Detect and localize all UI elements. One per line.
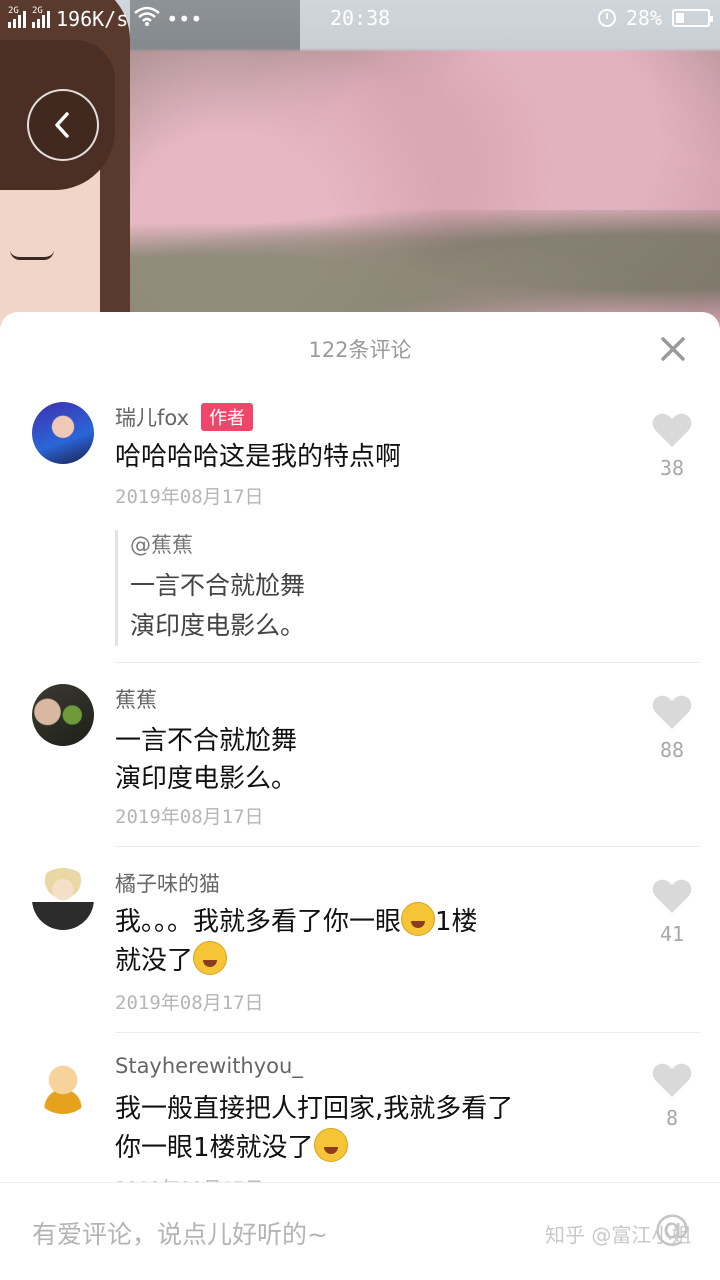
- comments-sheet: 122条评论 瑞儿fox 作者 哈哈哈哈这是我的特点啊 2019年08月17日 …: [0, 312, 720, 1280]
- wifi-icon: [134, 6, 161, 31]
- author-badge: 作者: [201, 403, 254, 431]
- network-speed: 196K/s: [56, 6, 129, 31]
- close-icon: [661, 337, 685, 361]
- laughing-tears-emoji-icon: [401, 902, 436, 936]
- signal-icon-2: 2G: [32, 6, 50, 28]
- mention-button[interactable]: @: [652, 1209, 692, 1249]
- comment-text-line1-tail: 1楼: [435, 907, 478, 937]
- divider: [115, 846, 700, 847]
- comment-date: 2019年08月17日: [115, 992, 264, 1014]
- comment-header: 瑞儿fox 作者: [115, 402, 254, 432]
- comment-text-line1: 我。。。我就多看了你一眼: [115, 907, 402, 937]
- avatar[interactable]: [32, 402, 94, 464]
- status-bar: 2G 2G 196K/s ••• 20:38 28%: [0, 0, 720, 36]
- divider: [115, 1032, 700, 1033]
- status-left: 2G 2G 196K/s •••: [8, 6, 202, 31]
- alarm-icon: [597, 9, 616, 27]
- heart-icon: [652, 695, 692, 729]
- comment-text-line2: 你一眼1楼就没了: [115, 1133, 314, 1163]
- more-dots-icon: •••: [166, 6, 203, 31]
- like-button[interactable]: 38: [651, 412, 693, 480]
- comment-username[interactable]: 橘子味的猫: [115, 868, 220, 898]
- comment-date: 2019年08月17日: [115, 806, 264, 828]
- network-type-2: 2G: [32, 5, 43, 16]
- comment-date: 2019年08月17日: [115, 486, 264, 508]
- comment-username[interactable]: 瑞儿fox: [115, 402, 189, 432]
- like-count: 38: [659, 456, 685, 480]
- comment-text[interactable]: 我。。。我就多看了你一眼 1楼 就没了: [115, 902, 585, 980]
- like-button[interactable]: 8: [651, 1062, 693, 1130]
- quoted-reply: @蕉蕉 一言不合就尬舞 演印度电影么。: [115, 530, 535, 646]
- battery-fill: [676, 13, 685, 23]
- avatar[interactable]: [32, 684, 94, 746]
- comment-text-line1: 我一般直接把人打回家,我就多看了: [115, 1094, 514, 1124]
- like-count: 41: [659, 922, 685, 946]
- chevron-left-icon: [55, 112, 69, 138]
- signal-icon-1: 2G: [8, 6, 26, 28]
- heart-icon: [652, 1063, 692, 1097]
- network-type-1: 2G: [8, 5, 19, 16]
- quoted-text: 一言不合就尬舞 演印度电影么。: [130, 571, 306, 640]
- thinking-emoji-icon: [313, 1128, 348, 1162]
- like-count: 8: [665, 1106, 679, 1130]
- clock: 20:38: [330, 6, 391, 30]
- comment-text-line2: 就没了: [115, 946, 194, 976]
- comment-header: Stayherewithyou_: [115, 1054, 303, 1078]
- status-right: 28%: [597, 6, 713, 30]
- avatar[interactable]: [32, 868, 94, 930]
- person-eye: [10, 250, 54, 260]
- battery-icon: [672, 9, 713, 27]
- comment-header: 橘子味的猫: [115, 868, 220, 898]
- comment-text[interactable]: 哈哈哈哈这是我的特点啊: [115, 438, 585, 476]
- close-button[interactable]: [658, 334, 688, 364]
- like-button[interactable]: 88: [651, 694, 693, 762]
- comment-text[interactable]: 我一般直接把人打回家,我就多看了 你一眼1楼就没了: [115, 1090, 585, 1167]
- back-button[interactable]: [27, 89, 99, 161]
- comment-username[interactable]: Stayherewithyou_: [115, 1054, 303, 1078]
- heart-icon: [652, 413, 692, 447]
- comments-count-title: 122条评论: [308, 338, 412, 362]
- like-count: 88: [659, 738, 685, 762]
- battery-percent: 28%: [625, 6, 662, 30]
- comment-username[interactable]: 蕉蕉: [115, 684, 157, 714]
- laughing-tears-emoji-icon: [193, 941, 228, 975]
- divider: [115, 662, 700, 663]
- comment-header: 蕉蕉: [115, 684, 157, 714]
- comment-input[interactable]: 有爱评论，说点儿好听的~: [32, 1215, 328, 1251]
- avatar[interactable]: [32, 1052, 94, 1114]
- comment-text[interactable]: 一言不合就尬舞 演印度电影么。: [115, 722, 585, 798]
- quoted-username: @蕉蕉: [130, 533, 193, 557]
- comment-input-bar: 有爱评论，说点儿好听的~ 知乎 @富江小姐 @: [0, 1182, 720, 1280]
- video-background: [0, 0, 720, 340]
- heart-icon: [652, 879, 692, 913]
- like-button[interactable]: 41: [651, 878, 693, 946]
